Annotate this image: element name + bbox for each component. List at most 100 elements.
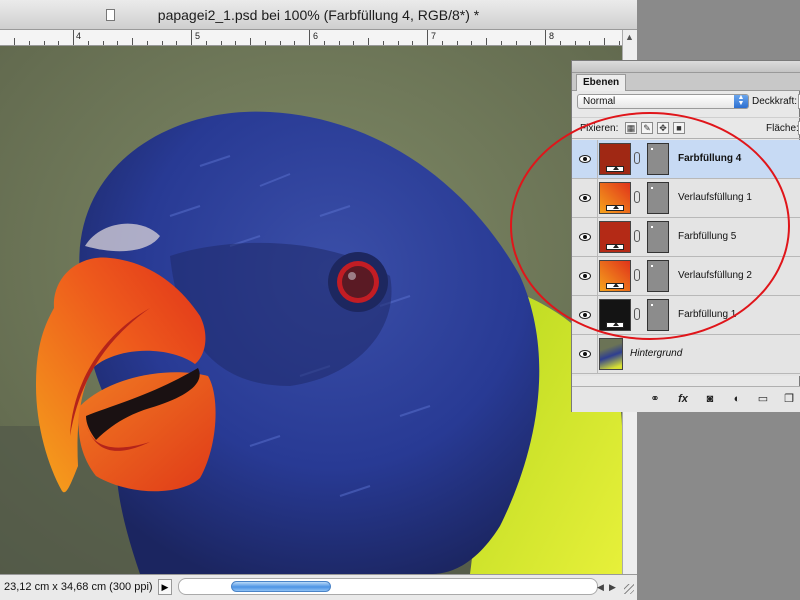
fx-icon[interactable]: fx: [676, 393, 690, 406]
ruler-tick: [589, 41, 590, 45]
ruler-tick: [516, 41, 517, 45]
eye-icon[interactable]: [579, 155, 591, 163]
layer-name[interactable]: Farbfüllung 4: [678, 153, 741, 164]
ruler-tick: [132, 38, 133, 45]
ruler-tick: [280, 41, 281, 45]
layer-name[interactable]: Verlaufsfüllung 1: [678, 192, 752, 203]
chain-link-icon[interactable]: [634, 191, 640, 203]
ruler-tick: [191, 30, 192, 45]
fill-layer-marker-icon: [606, 322, 624, 328]
ruler-tick: [619, 41, 620, 45]
lock-transparency-icon[interactable]: ▦: [625, 122, 637, 134]
layer-list: Farbfüllung 4 Verlaufsfüllung 1 Farbfüll…: [572, 140, 800, 376]
layer-thumbnail[interactable]: [599, 299, 631, 331]
layer-row[interactable]: Hintergrund: [572, 335, 800, 374]
ruler-tick: [235, 41, 236, 45]
visibility-toggle[interactable]: [572, 296, 598, 335]
layer-row[interactable]: Farbfüllung 4: [572, 140, 800, 179]
lock-position-icon[interactable]: ✥: [657, 122, 669, 134]
layers-panel: Ebenen Normal ▲ ▼ Deckkraft: Fixieren: ▦ …: [571, 60, 800, 412]
ruler-tick: [147, 41, 148, 45]
ruler-tick: [88, 41, 89, 45]
layer-name[interactable]: Hintergrund: [630, 348, 682, 359]
layer-thumbnail[interactable]: [599, 143, 631, 175]
add-mask-icon[interactable]: ◙: [703, 393, 717, 406]
panel-header[interactable]: [572, 61, 800, 73]
ruler-tick: [14, 38, 15, 45]
ruler-tick: [339, 41, 340, 45]
link-layers-icon[interactable]: ⚭: [648, 393, 662, 406]
layer-row[interactable]: Farbfüllung 1: [572, 296, 800, 335]
layer-name[interactable]: Farbfüllung 1: [678, 309, 736, 320]
ruler-tick: [545, 30, 546, 45]
layer-thumbnail[interactable]: [599, 182, 631, 214]
ruler-tick: [294, 41, 295, 45]
layer-name[interactable]: Farbfüllung 5: [678, 231, 736, 242]
eye-icon[interactable]: [579, 350, 591, 358]
layer-row[interactable]: Verlaufsfüllung 1: [572, 179, 800, 218]
ruler-tick: [412, 41, 413, 45]
ruler-tick: [501, 41, 502, 45]
blend-mode-value: Normal: [583, 96, 616, 107]
lock-paint-icon[interactable]: ✎: [641, 122, 653, 134]
resize-grip-icon[interactable]: [624, 584, 634, 594]
horizontal-ruler[interactable]: 4 5 6 7 8: [0, 30, 622, 46]
layer-mask-thumbnail[interactable]: [647, 182, 669, 214]
ruler-tick: [427, 30, 428, 45]
scroll-left-arrow-icon[interactable]: ◀: [597, 582, 604, 593]
adjustment-layer-icon[interactable]: ◐: [730, 393, 744, 406]
visibility-toggle[interactable]: [572, 179, 598, 218]
layer-name[interactable]: Verlaufsfüllung 2: [678, 270, 752, 281]
fill-label: Fläche:: [766, 123, 799, 134]
background-thumbnail[interactable]: [599, 338, 623, 370]
layer-row[interactable]: Farbfüllung 5: [572, 218, 800, 257]
chain-link-icon[interactable]: [634, 308, 640, 320]
blend-mode-select[interactable]: Normal ▲ ▼: [577, 94, 749, 109]
title-bar[interactable]: papagei2_1.psd bei 100% (Farbfüllung 4, …: [0, 0, 637, 30]
layer-mask-thumbnail[interactable]: [647, 299, 669, 331]
ruler-label: 8: [549, 31, 555, 41]
visibility-toggle[interactable]: [572, 140, 598, 179]
layer-row[interactable]: Verlaufsfüllung 2: [572, 257, 800, 296]
chain-link-icon[interactable]: [634, 152, 640, 164]
chain-link-icon[interactable]: [634, 269, 640, 281]
eye-icon[interactable]: [579, 233, 591, 241]
ruler-tick: [457, 41, 458, 45]
ruler-tick: [176, 41, 177, 45]
layer-mask-thumbnail[interactable]: [647, 221, 669, 253]
visibility-toggle[interactable]: [572, 257, 598, 296]
lock-all-icon[interactable]: ■: [673, 122, 685, 134]
horizontal-scrollbar[interactable]: [178, 578, 598, 595]
new-layer-icon[interactable]: ❐: [782, 393, 796, 406]
scrollbar-thumb[interactable]: [231, 581, 331, 592]
chain-link-icon[interactable]: [634, 230, 640, 242]
ruler-tick: [250, 38, 251, 45]
scroll-up-arrow-icon[interactable]: ▲: [625, 32, 634, 42]
eye-icon[interactable]: [579, 272, 591, 280]
visibility-toggle[interactable]: [572, 335, 598, 374]
eye-icon[interactable]: [579, 194, 591, 202]
ruler-tick: [117, 41, 118, 45]
layer-thumbnail[interactable]: [599, 221, 631, 253]
ruler-tick: [604, 38, 605, 45]
eye-icon[interactable]: [579, 311, 591, 319]
status-menu-arrow[interactable]: ▶: [158, 579, 172, 595]
ruler-tick: [309, 30, 310, 45]
fill-layer-marker-icon: [606, 205, 624, 211]
ruler-tick: [29, 41, 30, 45]
new-group-icon[interactable]: ▭: [756, 393, 770, 406]
visibility-toggle[interactable]: [572, 218, 598, 257]
tab-layers[interactable]: Ebenen: [576, 74, 627, 91]
ruler-tick: [471, 41, 472, 45]
scroll-right-arrow-icon[interactable]: ▶: [609, 582, 616, 593]
layer-mask-thumbnail[interactable]: [647, 143, 669, 175]
ruler-tick: [265, 41, 266, 45]
ruler-tick: [221, 41, 222, 45]
layer-thumbnail[interactable]: [599, 260, 631, 292]
layer-mask-thumbnail[interactable]: [647, 260, 669, 292]
image-canvas[interactable]: [0, 46, 622, 574]
ruler-tick: [486, 38, 487, 45]
ruler-tick: [103, 41, 104, 45]
fill-layer-marker-icon: [606, 244, 624, 250]
parrot-image: [0, 46, 622, 574]
